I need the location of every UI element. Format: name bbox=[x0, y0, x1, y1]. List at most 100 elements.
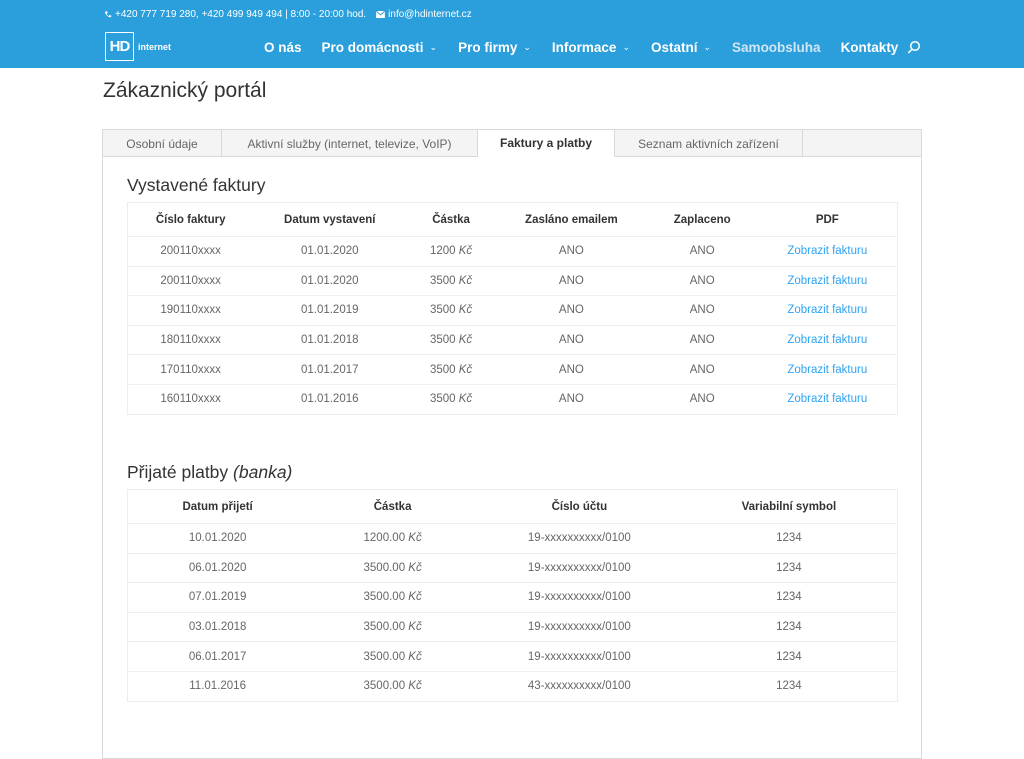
col-header: Datum vystavení bbox=[284, 213, 376, 226]
amount-value: 1200 bbox=[429, 245, 456, 258]
currency: Kč bbox=[458, 245, 473, 258]
payment-date: 10.01.2020 bbox=[127, 523, 308, 554]
logo-text: internet bbox=[138, 41, 172, 52]
amount-value: 3500 bbox=[429, 334, 456, 347]
table-header-row: Datum přijetí Částka Číslo účtu Variabil… bbox=[128, 490, 898, 524]
amount-value: 3500.00 bbox=[363, 621, 406, 634]
invoice-emailed: ANO bbox=[495, 383, 647, 415]
nav-item-label: Ostatní bbox=[650, 39, 698, 55]
nav-item-o-nas[interactable]: O nás bbox=[264, 40, 302, 55]
invoices-body: 200110xxxx 01.01.2020 1200 Kč ANO ANO Zo… bbox=[127, 236, 898, 415]
tab-bar: Osobní údaje Aktivní služby (internet, t… bbox=[103, 130, 921, 157]
site-logo[interactable]: HD internet bbox=[105, 32, 171, 61]
invoice-emailed: ANO bbox=[495, 295, 647, 326]
tab-seznam-zarizeni[interactable]: Seznam aktivních zařízení bbox=[615, 130, 803, 157]
invoice-date: 01.01.2020 bbox=[253, 265, 407, 296]
view-invoice-link[interactable]: Zobrazit fakturu bbox=[787, 245, 867, 257]
nav-item-kontakty[interactable]: Kontakty bbox=[841, 40, 899, 55]
invoice-date: 01.01.2020 bbox=[253, 236, 407, 267]
nav-item-label: Samoobsluha bbox=[732, 39, 821, 55]
invoice-paid: ANO bbox=[646, 383, 758, 415]
logo-mark: HD bbox=[105, 32, 134, 61]
nav-item-ostatni[interactable]: Ostatní ⌄ bbox=[651, 40, 711, 55]
payment-amount: 3500.00 Kč bbox=[307, 641, 478, 672]
invoices-title: Vystavené faktury bbox=[127, 175, 265, 196]
table-row: 06.01.2020 3500.00 Kč 19-xxxxxxxxxx/0100… bbox=[127, 552, 898, 583]
col-header: Variabilní symbol bbox=[741, 500, 837, 513]
currency: Kč bbox=[408, 561, 422, 574]
payments-title: Přijaté platby (banka) bbox=[127, 462, 292, 483]
invoice-emailed: ANO bbox=[495, 236, 647, 267]
payment-account: 19-xxxxxxxxxx/0100 bbox=[477, 611, 681, 642]
payment-account: 19-xxxxxxxxxx/0100 bbox=[477, 641, 681, 672]
nav-item-label: Pro firmy bbox=[458, 39, 518, 55]
invoice-paid: ANO bbox=[646, 324, 758, 355]
payment-account: 19-xxxxxxxxxx/0100 bbox=[477, 523, 681, 554]
tab-faktury-a-platby[interactable]: Faktury a platby bbox=[478, 130, 615, 157]
currency: Kč bbox=[408, 591, 422, 604]
nav-item-pro-domacnosti[interactable]: Pro domácnosti ⌄ bbox=[322, 40, 438, 55]
table-row: 200110xxxx 01.01.2020 3500 Kč ANO ANO Zo… bbox=[127, 265, 898, 296]
view-invoice-link[interactable]: Zobrazit fakturu bbox=[787, 304, 867, 316]
invoice-emailed: ANO bbox=[495, 265, 647, 296]
nav-item-label: Kontakty bbox=[840, 39, 899, 55]
currency: Kč bbox=[458, 304, 473, 317]
currency: Kč bbox=[458, 393, 473, 406]
payment-date: 06.01.2017 bbox=[127, 641, 308, 672]
invoices-table: Číslo faktury Datum vystavení Částka Zas… bbox=[127, 202, 898, 415]
invoice-paid: ANO bbox=[646, 295, 758, 326]
invoice-pdf-cell: Zobrazit fakturu bbox=[757, 236, 898, 267]
payment-vs: 1234 bbox=[680, 523, 898, 554]
invoice-number: 160110xxxx bbox=[127, 383, 254, 415]
view-invoice-link[interactable]: Zobrazit fakturu bbox=[787, 334, 867, 346]
invoice-amount: 3500 Kč bbox=[406, 354, 496, 385]
top-contact-bar: +420 777 719 280, +420 499 949 494 | 8:0… bbox=[104, 7, 472, 21]
payment-amount: 3500.00 Kč bbox=[307, 552, 478, 583]
view-invoice-link[interactable]: Zobrazit fakturu bbox=[787, 364, 867, 376]
invoice-date: 01.01.2018 bbox=[253, 324, 407, 355]
portal-panel: Osobní údaje Aktivní služby (internet, t… bbox=[102, 129, 922, 759]
col-header: Částka bbox=[373, 500, 412, 513]
col-header: Částka bbox=[432, 213, 470, 226]
view-invoice-link[interactable]: Zobrazit fakturu bbox=[787, 393, 867, 405]
nav-item-samoobsluha[interactable]: Samoobsluha bbox=[732, 40, 821, 55]
invoice-paid: ANO bbox=[646, 354, 758, 385]
invoice-amount: 3500 Kč bbox=[406, 265, 496, 296]
col-header: Zasláno emailem bbox=[525, 213, 618, 226]
payment-vs: 1234 bbox=[680, 552, 898, 583]
currency: Kč bbox=[458, 274, 473, 287]
invoice-paid: ANO bbox=[646, 265, 758, 296]
table-row: 03.01.2018 3500.00 Kč 19-xxxxxxxxxx/0100… bbox=[127, 611, 898, 642]
payment-vs: 1234 bbox=[680, 611, 898, 642]
invoice-number: 200110xxxx bbox=[127, 265, 254, 296]
amount-value: 3500.00 bbox=[363, 650, 406, 663]
payment-account: 43-xxxxxxxxxx/0100 bbox=[477, 670, 681, 702]
invoice-date: 01.01.2016 bbox=[253, 383, 407, 415]
chevron-down-icon: ⌄ bbox=[622, 41, 630, 52]
tab-osobni-udaje[interactable]: Osobní údaje bbox=[103, 130, 222, 157]
payments-title-text: Přijaté platby bbox=[127, 462, 229, 482]
invoice-emailed: ANO bbox=[495, 354, 647, 385]
payment-amount: 1200.00 Kč bbox=[307, 523, 478, 554]
invoice-amount: 1200 Kč bbox=[406, 236, 496, 267]
nav-item-pro-firmy[interactable]: Pro firmy ⌄ bbox=[458, 40, 531, 55]
table-row: 06.01.2017 3500.00 Kč 19-xxxxxxxxxx/0100… bbox=[127, 641, 898, 672]
search-icon[interactable] bbox=[907, 40, 921, 54]
nav-item-label: O nás bbox=[264, 39, 302, 55]
email-link[interactable]: info@hdinternet.cz bbox=[388, 9, 472, 20]
tab-aktivni-sluzby[interactable]: Aktivní služby (internet, televize, VoIP… bbox=[222, 130, 478, 157]
invoice-amount: 3500 Kč bbox=[406, 324, 496, 355]
phone-icon bbox=[104, 10, 112, 17]
nav-item-informace[interactable]: Informace ⌄ bbox=[552, 40, 630, 55]
nav-item-label: Pro domácnosti bbox=[321, 39, 424, 55]
table-header-row: Číslo faktury Datum vystavení Částka Zas… bbox=[128, 203, 898, 237]
col-header: Datum přijetí bbox=[182, 500, 253, 513]
invoice-amount: 3500 Kč bbox=[406, 383, 496, 415]
payments-body: 10.01.2020 1200.00 Kč 19-xxxxxxxxxx/0100… bbox=[127, 523, 898, 702]
invoice-number: 200110xxxx bbox=[127, 236, 254, 267]
view-invoice-link[interactable]: Zobrazit fakturu bbox=[787, 275, 867, 287]
invoice-pdf-cell: Zobrazit fakturu bbox=[757, 295, 898, 326]
currency: Kč bbox=[408, 650, 422, 663]
payment-vs: 1234 bbox=[680, 670, 898, 702]
invoice-date: 01.01.2019 bbox=[253, 295, 407, 326]
